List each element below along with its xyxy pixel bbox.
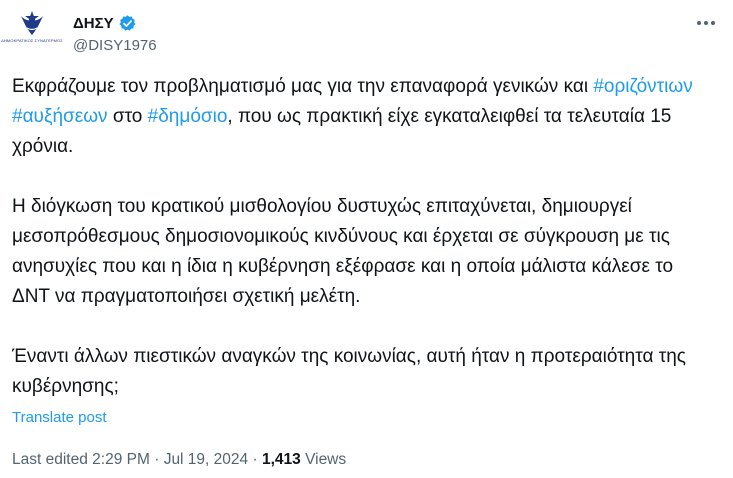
more-horizontal-icon <box>697 21 701 25</box>
meta-separator: · <box>154 451 160 468</box>
avatar-caption: ΔΗΜΟΚΡΑΤΙΚΟΣ ΣΥΝΑΓΕΡΜΟΣ <box>1 38 63 43</box>
tweet-text-segment: Έναντι άλλων πιεστικών αναγκών της κοινω… <box>12 346 686 397</box>
tweet-paragraph: Η διόγκωση του κρατικού μισθολογίου δυστ… <box>12 192 712 312</box>
tweet: ΔΗΜΟΚΡΑΤΙΚΟΣ ΣΥΝΑΓΕΡΜΟΣ ΔΗΣΥ @DISY1976 Ε… <box>0 0 733 478</box>
hashtag-link[interactable]: #αυξήσεων <box>12 106 108 127</box>
tweet-paragraph: Έναντι άλλων πιεστικών αναγκών της κοινω… <box>12 342 712 402</box>
hashtag-link[interactable]: #δημόσιο <box>148 106 228 127</box>
tweet-metadata: Last edited 2:29 PM · Jul 19, 2024 · 1,4… <box>12 451 346 469</box>
party-logo-icon <box>21 11 43 35</box>
tweet-text-segment: Η διόγκωση του κρατικού μισθολογίου δυστ… <box>12 196 674 307</box>
more-options-button[interactable] <box>691 12 721 34</box>
hashtag-link[interactable]: #οριζόντιων <box>593 76 692 97</box>
avatar[interactable]: ΔΗΜΟΚΡΑΤΙΚΟΣ ΣΥΝΑΓΕΡΜΟΣ <box>1 8 63 52</box>
more-horizontal-icon <box>704 21 708 25</box>
tweet-text-segment: στο <box>107 106 148 127</box>
post-time[interactable]: 2:29 PM <box>92 451 150 468</box>
user-handle[interactable]: @DISY1976 <box>73 37 157 54</box>
verified-badge-icon[interactable] <box>118 14 137 33</box>
display-name[interactable]: ΔΗΣΥ <box>73 15 114 32</box>
post-date[interactable]: Jul 19, 2024 <box>164 451 248 468</box>
meta-separator: · <box>252 451 258 468</box>
views-count: 1,413 <box>261 451 301 468</box>
views-label: Views <box>305 451 347 468</box>
author-info: ΔΗΣΥ @DISY1976 <box>73 12 157 55</box>
name-row: ΔΗΣΥ <box>73 12 157 34</box>
more-horizontal-icon <box>711 21 715 25</box>
translate-post-link[interactable]: Translate post <box>12 409 107 426</box>
tweet-header: ΔΗΜΟΚΡΑΤΙΚΟΣ ΣΥΝΑΓΕΡΜΟΣ ΔΗΣΥ @DISY1976 <box>1 8 721 58</box>
edited-label[interactable]: Last edited <box>12 451 88 468</box>
tweet-text-segment: Εκφράζουμε τον προβληματισμό μας για την… <box>12 76 594 97</box>
tweet-text: Εκφράζουμε τον προβληματισμό μας για την… <box>12 72 712 402</box>
tweet-paragraph: Εκφράζουμε τον προβληματισμό μας για την… <box>12 72 712 162</box>
